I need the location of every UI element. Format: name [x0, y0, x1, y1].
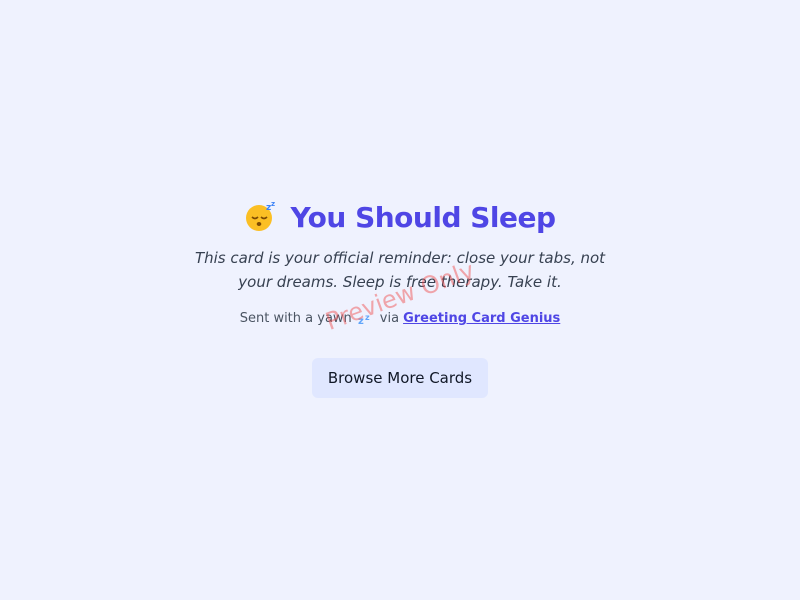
browse-more-cards-button[interactable]: Browse More Cards: [311, 358, 489, 398]
svg-text:z: z: [365, 313, 370, 322]
card-title: You Should Sleep: [290, 200, 556, 234]
page: z z You Should Sleep This card is your o…: [0, 0, 800, 600]
via-text: via: [379, 311, 400, 326]
title-row: z z You Should Sleep: [0, 196, 800, 238]
greeting-card-genius-link[interactable]: Greeting Card Genius: [403, 311, 560, 326]
sent-with-line: Sent with a yawn z z via Greeting Card G…: [0, 311, 800, 327]
zzz-icon: z z: [358, 312, 374, 327]
svg-text:z: z: [358, 316, 364, 326]
card-message: This card is your official reminder: clo…: [194, 249, 606, 291]
greeting-card: z z You Should Sleep This card is your o…: [0, 196, 800, 398]
sent-with-text: Sent with a yawn: [239, 311, 352, 326]
svg-text:z: z: [271, 200, 275, 208]
sleeping-face-icon: z z: [244, 200, 278, 234]
